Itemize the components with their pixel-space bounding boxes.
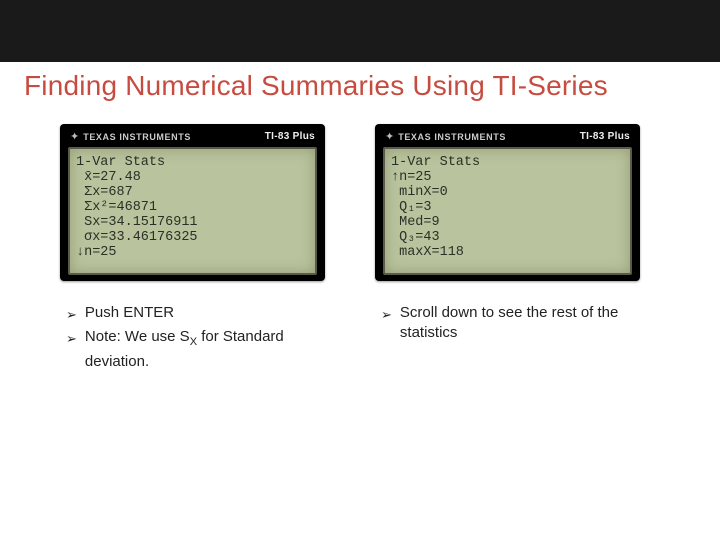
calculator-left: ✦ TEXAS INSTRUMENTS TI-83 Plus 1-Var Sta… bbox=[60, 124, 325, 281]
screen-line: Med=9 bbox=[391, 215, 624, 230]
bullet-text: Note: We use SX for Standard deviation. bbox=[85, 327, 316, 372]
ti-logo-left: ✦ TEXAS INSTRUMENTS bbox=[70, 130, 191, 143]
screen-line: Sx=34.15176911 bbox=[76, 215, 309, 230]
bullet-item: ➢ Note: We use SX for Standard deviation… bbox=[66, 327, 316, 372]
calc-screen-left: 1-Var Stats x̄=27.48 Σx=687 Σx²=46871 Sx… bbox=[68, 147, 317, 275]
calc-header-left: ✦ TEXAS INSTRUMENTS TI-83 Plus bbox=[60, 128, 325, 147]
ti-brand-right: TEXAS INSTRUMENTS bbox=[398, 132, 506, 142]
calculator-right: ✦ TEXAS INSTRUMENTS TI-83 Plus 1-Var Sta… bbox=[375, 124, 640, 281]
screen-line: Q₃=43 bbox=[391, 230, 624, 245]
screen-line: ↑n=25 bbox=[391, 170, 624, 185]
bullet-item: ➢ Scroll down to see the rest of the sta… bbox=[381, 303, 631, 343]
screen-line: maxX=118 bbox=[391, 245, 624, 260]
calc-header-right: ✦ TEXAS INSTRUMENTS TI-83 Plus bbox=[375, 128, 640, 147]
bullet-text-part: Note: We use S bbox=[85, 328, 190, 345]
ti-model-right: TI-83 Plus bbox=[580, 131, 630, 142]
left-column: ✦ TEXAS INSTRUMENTS TI-83 Plus 1-Var Sta… bbox=[60, 124, 325, 374]
bullets-left: ➢ Push ENTER ➢ Note: We use SX for Stand… bbox=[60, 303, 316, 374]
chevron-right-icon: ➢ bbox=[381, 305, 392, 325]
screen-line: 1-Var Stats bbox=[76, 155, 309, 170]
top-bar bbox=[0, 0, 720, 62]
ti-icon: ✦ bbox=[385, 130, 394, 143]
chevron-right-icon: ➢ bbox=[66, 305, 77, 325]
calc-screen-right: 1-Var Stats ↑n=25 minX=0 Q₁=3 Med=9 Q₃=4… bbox=[383, 147, 632, 275]
screen-line: 1-Var Stats bbox=[391, 155, 624, 170]
screen-line: σx=33.46176325 bbox=[76, 230, 309, 245]
screen-line: minX=0 bbox=[391, 185, 624, 200]
screen-line: ↓n=25 bbox=[76, 245, 309, 260]
subscript-x: X bbox=[190, 336, 197, 348]
ti-logo-right: ✦ TEXAS INSTRUMENTS bbox=[385, 130, 506, 143]
screen-line: Σx²=46871 bbox=[76, 200, 309, 215]
bullet-text: Scroll down to see the rest of the stati… bbox=[400, 303, 631, 343]
screen-line: x̄=27.48 bbox=[76, 170, 309, 185]
bullet-item: ➢ Push ENTER bbox=[66, 303, 316, 325]
screen-line: Q₁=3 bbox=[391, 200, 624, 215]
ti-model-left: TI-83 Plus bbox=[265, 131, 315, 142]
slide-title: Finding Numerical Summaries Using TI-Ser… bbox=[0, 62, 720, 102]
right-column: ✦ TEXAS INSTRUMENTS TI-83 Plus 1-Var Sta… bbox=[375, 124, 640, 374]
bullets-right: ➢ Scroll down to see the rest of the sta… bbox=[375, 303, 631, 345]
ti-brand-left: TEXAS INSTRUMENTS bbox=[83, 132, 191, 142]
bullet-text: Push ENTER bbox=[85, 303, 174, 323]
ti-icon: ✦ bbox=[70, 130, 79, 143]
content-row: ✦ TEXAS INSTRUMENTS TI-83 Plus 1-Var Sta… bbox=[0, 102, 720, 374]
chevron-right-icon: ➢ bbox=[66, 329, 77, 349]
screen-line: Σx=687 bbox=[76, 185, 309, 200]
